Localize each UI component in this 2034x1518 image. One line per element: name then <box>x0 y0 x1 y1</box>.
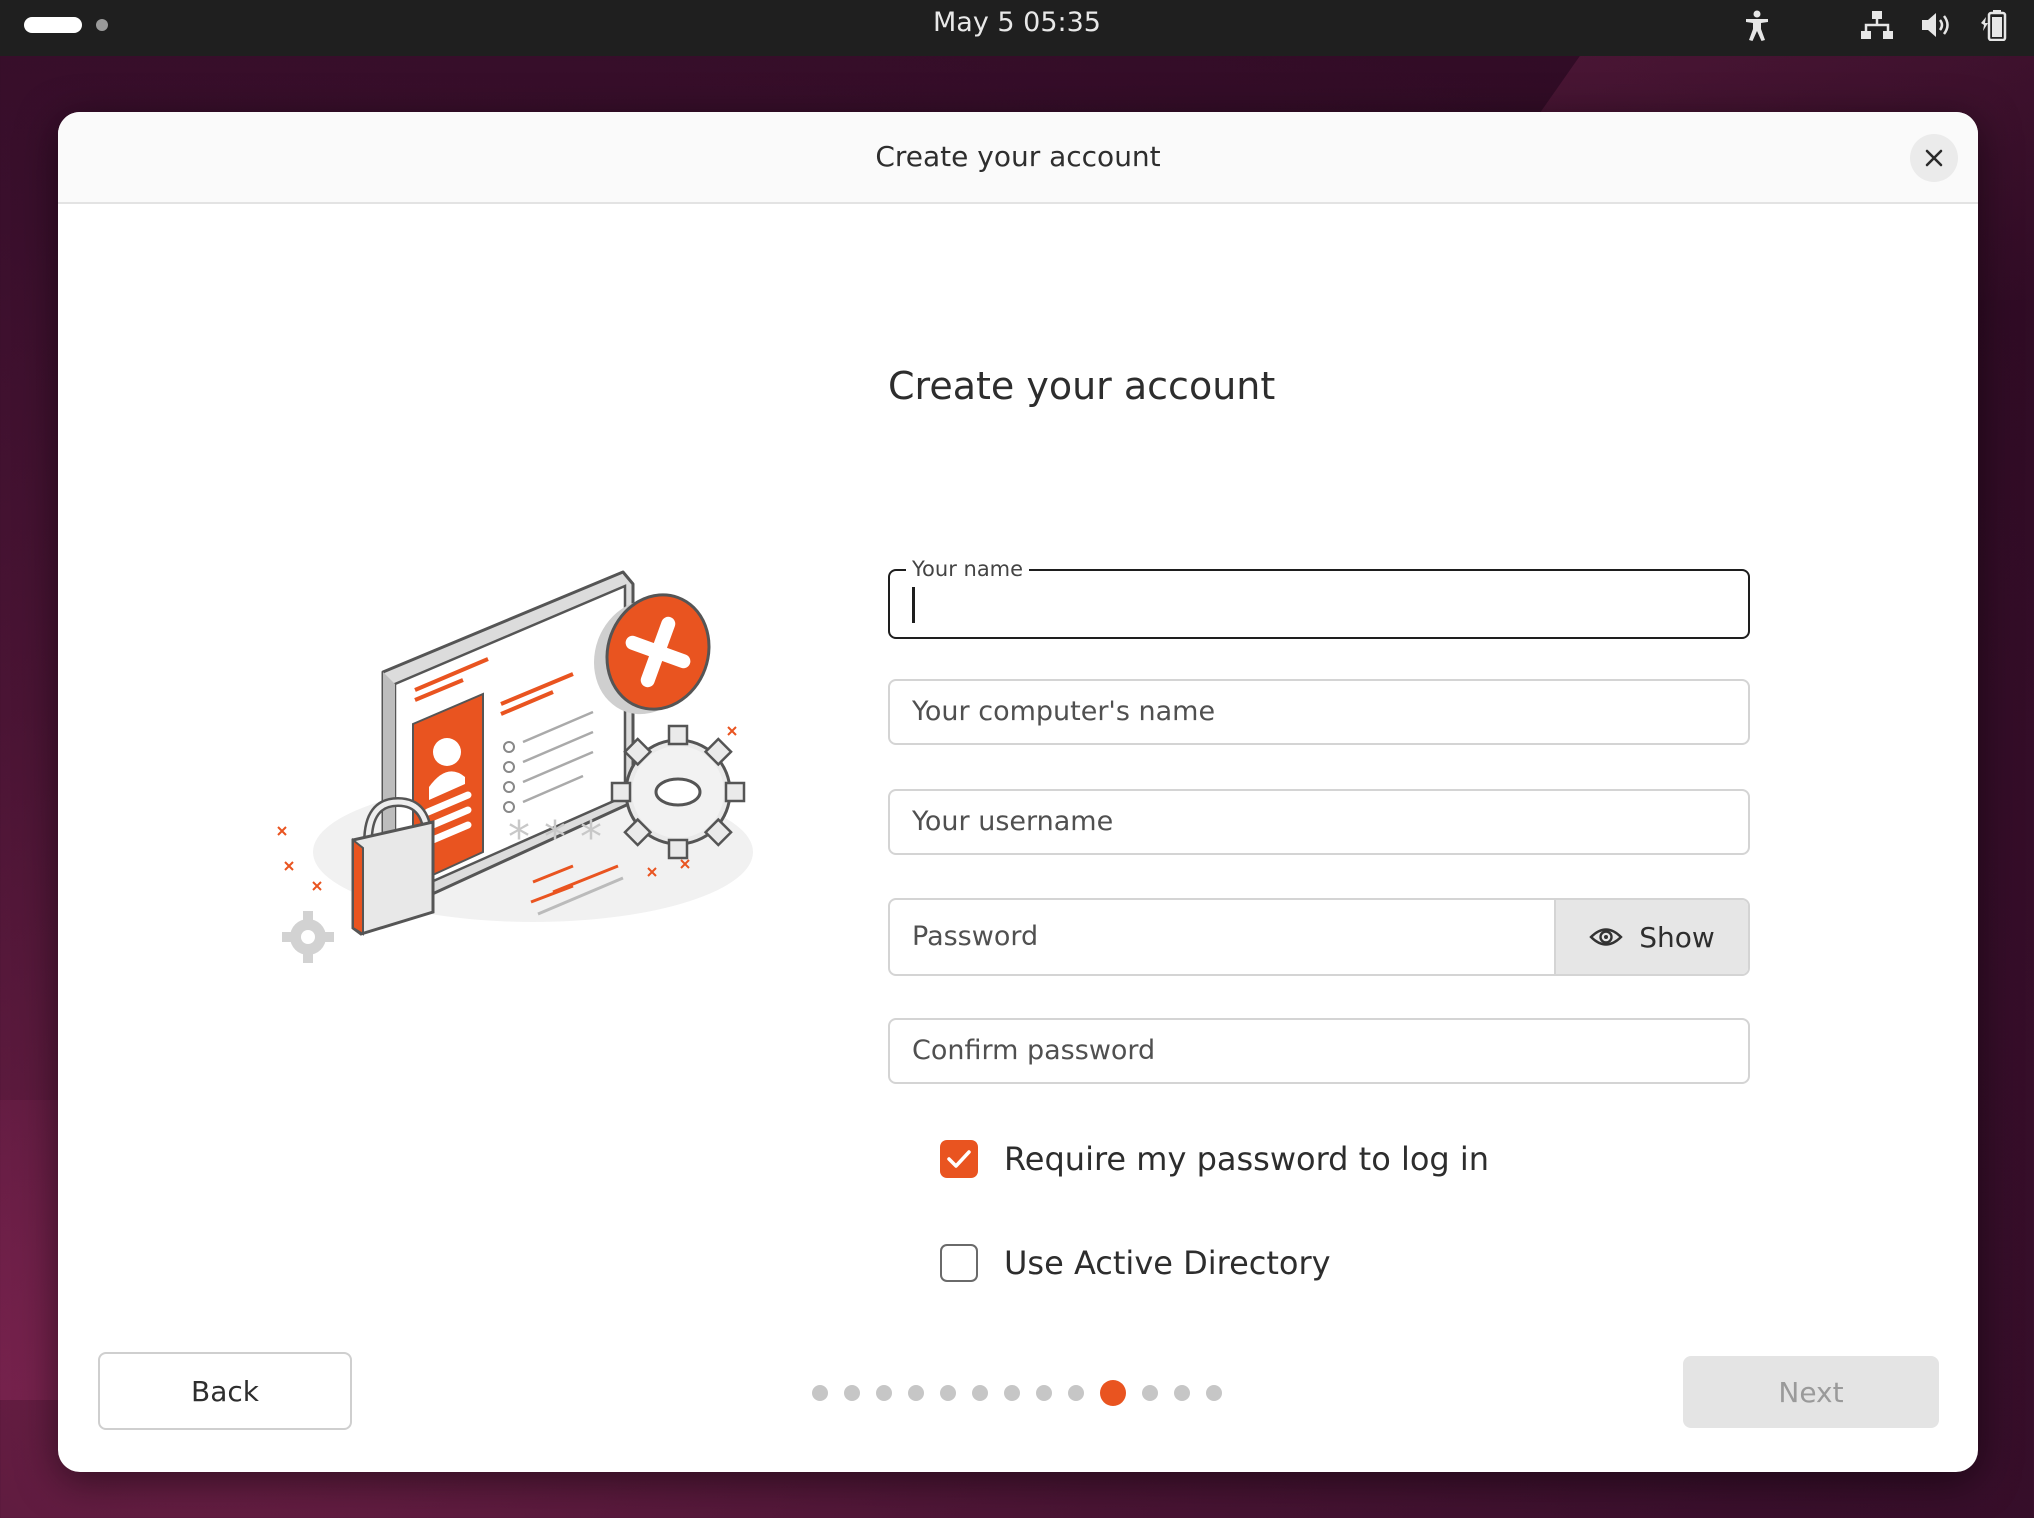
require-password-checkbox[interactable] <box>940 1140 978 1178</box>
name-field-label: Your name <box>906 557 1030 581</box>
account-illustration: * * * <box>273 552 753 976</box>
next-button[interactable]: Next <box>1683 1356 1939 1428</box>
active-directory-label: Use Active Directory <box>1004 1244 1331 1282</box>
back-button[interactable]: Back <box>98 1352 352 1430</box>
pager-dot <box>812 1385 828 1401</box>
username-field[interactable]: Your username <box>888 789 1750 855</box>
system-tray[interactable] <box>1742 8 2016 42</box>
pager-dot <box>1174 1385 1190 1401</box>
pager-dot <box>1036 1385 1052 1401</box>
top-bar: May 5 05:35 <box>0 0 2034 56</box>
confirm-password-field[interactable]: Confirm password <box>888 1018 1750 1084</box>
require-password-checkbox-row[interactable]: Require my password to log in <box>940 1140 1489 1178</box>
pager-dot <box>844 1385 860 1401</box>
eye-icon <box>1589 928 1623 946</box>
installer-window: Create your account * * * Create your ac… <box>58 112 1978 1472</box>
confirm-password-placeholder: Confirm password <box>912 1035 1156 1066</box>
progress-pager <box>812 1380 1222 1406</box>
network-icon[interactable] <box>1860 10 1894 40</box>
active-directory-checkbox-row[interactable]: Use Active Directory <box>940 1244 1331 1282</box>
pager-dot-current <box>1100 1380 1126 1406</box>
computer-name-placeholder: Your computer's name <box>912 696 1216 727</box>
close-button[interactable] <box>1910 134 1958 182</box>
computer-name-field[interactable]: Your computer's name <box>888 679 1750 745</box>
pager-dot <box>1142 1385 1158 1401</box>
clock[interactable]: May 5 05:35 <box>0 0 2034 48</box>
show-password-button[interactable]: Show <box>1554 900 1748 974</box>
pager-dot <box>972 1385 988 1401</box>
pager-dot <box>1004 1385 1020 1401</box>
pager-dot <box>876 1385 892 1401</box>
show-password-label: Show <box>1639 920 1715 954</box>
checkmark-icon <box>947 1150 971 1168</box>
accessibility-icon[interactable] <box>1742 9 1772 41</box>
active-directory-checkbox[interactable] <box>940 1244 978 1282</box>
pager-dot <box>1068 1385 1084 1401</box>
text-cursor <box>912 587 915 623</box>
username-placeholder: Your username <box>912 806 1114 837</box>
name-field[interactable]: Your name <box>888 557 1750 639</box>
title-bar: Create your account <box>58 112 1978 204</box>
window-title: Create your account <box>875 140 1161 173</box>
volume-icon[interactable] <box>1920 10 1954 40</box>
svg-text:* * *: * * * <box>508 812 602 863</box>
password-placeholder: Password <box>912 921 1039 952</box>
password-field[interactable]: Password Show <box>888 898 1750 976</box>
form-heading: Create your account <box>888 364 1276 408</box>
pager-dot <box>940 1385 956 1401</box>
pager-dot <box>1206 1385 1222 1401</box>
require-password-label: Require my password to log in <box>1004 1140 1490 1178</box>
pager-dot <box>908 1385 924 1401</box>
close-icon <box>1925 149 1943 167</box>
battery-icon[interactable] <box>1980 9 2016 41</box>
